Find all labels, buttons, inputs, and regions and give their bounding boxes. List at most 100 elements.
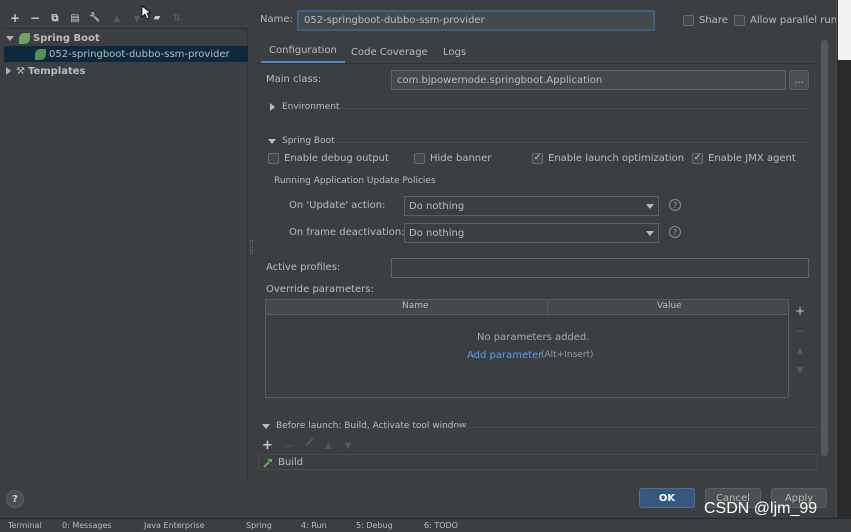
tree-group-spring-boot[interactable]: Spring Boot xyxy=(6,30,100,46)
tree-templates-label: Templates xyxy=(27,65,86,77)
launch-optimization-checkbox[interactable]: ✓ xyxy=(532,153,543,164)
chevron-down-icon xyxy=(646,204,654,209)
remove-task-icon[interactable]: − xyxy=(284,439,294,453)
tab-configuration[interactable]: Configuration xyxy=(261,40,345,64)
tab-logs[interactable]: Logs xyxy=(435,40,474,64)
ok-button[interactable]: OK xyxy=(639,488,695,508)
hide-banner-checkbox[interactable] xyxy=(414,153,425,164)
status-messages[interactable]: 0: Messages xyxy=(62,521,112,530)
override-params-label: Override parameters: xyxy=(266,284,374,295)
update-action-value: Do nothing xyxy=(409,200,465,212)
add-param-button[interactable]: + xyxy=(790,301,810,321)
environment-section[interactable]: Environment xyxy=(270,102,339,112)
status-todo[interactable]: 6: TODO xyxy=(424,521,458,530)
edit-task-icon[interactable] xyxy=(305,438,314,446)
add-icon[interactable]: + xyxy=(8,11,22,25)
main-class-field[interactable]: com.bjpowernode.springboot.Application xyxy=(391,70,786,90)
status-spring[interactable]: Spring xyxy=(246,521,272,530)
share-checkbox[interactable] xyxy=(683,15,694,26)
debug-output-checkbox[interactable] xyxy=(268,153,279,164)
move-task-down-icon[interactable]: ▼ xyxy=(345,441,351,450)
jmx-agent-checkbox[interactable]: ✓ xyxy=(692,153,703,164)
move-task-up-icon[interactable]: ▲ xyxy=(325,441,331,450)
tabs-divider xyxy=(257,63,817,64)
before-launch-section[interactable]: Before launch: Build, Activate tool wind… xyxy=(262,421,466,431)
save-icon[interactable]: ▤ xyxy=(68,11,82,25)
before-launch-label: Before launch: Build, Activate tool wind… xyxy=(276,421,467,431)
column-name-header[interactable]: Name xyxy=(402,301,429,311)
tab-label: Logs xyxy=(443,46,467,58)
override-params-table: Name Value No parameters added. Add para… xyxy=(265,299,789,398)
main-class-label: Main class: xyxy=(266,74,322,85)
folder-icon[interactable]: ▰ xyxy=(150,11,164,25)
hide-banner-label: Hide banner xyxy=(430,153,492,164)
column-value-header[interactable]: Value xyxy=(657,301,682,311)
cursor-icon xyxy=(141,5,151,20)
name-value: 052-springboot-dubbo-ssm-provider xyxy=(304,15,485,26)
watermark-text: CSDN @ljm_99 xyxy=(704,500,818,517)
browse-main-class-button[interactable]: ... xyxy=(789,70,809,90)
share-label: Share xyxy=(699,15,728,26)
scrollbar-track[interactable] xyxy=(820,40,829,456)
move-param-down-button[interactable]: ▼ xyxy=(790,361,810,381)
help-label: ? xyxy=(12,493,18,505)
tree-item-provider[interactable]: 052-springboot-dubbo-ssm-provider xyxy=(4,46,248,62)
move-up-icon[interactable]: ▲ xyxy=(110,11,124,25)
add-parameter-link[interactable]: Add parameter xyxy=(467,350,542,361)
status-run[interactable]: 4: Run xyxy=(301,521,327,530)
main-class-value: com.bjpowernode.springboot.Application xyxy=(397,74,603,86)
update-action-select[interactable]: Do nothing xyxy=(404,196,659,216)
frame-deactivation-label: On frame deactivation: xyxy=(289,227,405,238)
copy-icon[interactable]: ⧉ xyxy=(48,11,62,25)
parallel-run-label: Allow parallel run xyxy=(750,15,838,26)
expand-icon xyxy=(6,35,14,41)
ok-label: OK xyxy=(658,492,676,504)
active-profiles-label: Active profiles: xyxy=(266,262,341,273)
help-button[interactable]: ? xyxy=(6,490,24,508)
parallel-run-checkbox[interactable] xyxy=(734,15,745,26)
scrollbar-thumb[interactable] xyxy=(821,40,828,456)
update-action-label: On 'Update' action: xyxy=(289,200,386,211)
add-task-icon[interactable]: + xyxy=(262,438,273,453)
help-icon[interactable]: ? xyxy=(669,199,681,211)
spring-boot-icon xyxy=(19,32,30,44)
build-task-label: Build xyxy=(278,456,304,468)
sort-icon[interactable]: ⇅ xyxy=(170,11,184,25)
environment-label: Environment xyxy=(282,102,340,112)
status-debug[interactable]: 5: Debug xyxy=(356,521,393,530)
expand-icon xyxy=(268,138,276,144)
tree-group-label: Spring Boot xyxy=(33,32,100,44)
status-terminal[interactable]: Terminal xyxy=(8,521,42,530)
table-header: Name Value xyxy=(266,300,788,315)
run-config-tree: Spring Boot 052-springboot-dubbo-ssm-pro… xyxy=(2,28,248,478)
section-divider xyxy=(340,108,808,109)
remove-param-button[interactable]: − xyxy=(790,321,810,341)
spring-boot-section[interactable]: Spring Boot xyxy=(268,136,335,146)
collapse-icon xyxy=(6,67,11,75)
move-param-up-button[interactable]: ▲ xyxy=(790,341,810,361)
tree-item-label: 052-springboot-dubbo-ssm-provider xyxy=(49,48,230,60)
section-divider xyxy=(336,142,808,143)
hammer-icon xyxy=(263,458,272,468)
tab-code-coverage[interactable]: Code Coverage xyxy=(343,40,436,64)
frame-deactivation-value: Do nothing xyxy=(409,227,465,239)
splitter-handle[interactable] xyxy=(250,240,253,254)
editor-light-region xyxy=(838,0,851,60)
collapse-icon xyxy=(270,103,275,111)
column-divider xyxy=(547,300,548,315)
spring-boot-icon xyxy=(35,48,46,60)
help-icon[interactable]: ? xyxy=(669,226,681,238)
frame-deactivation-select[interactable]: Do nothing xyxy=(404,223,659,243)
name-field[interactable]: 052-springboot-dubbo-ssm-provider xyxy=(297,10,655,31)
chevron-down-icon xyxy=(646,231,654,236)
wrench-icon[interactable]: 🔧 xyxy=(88,11,102,25)
task-row-build[interactable]: Build xyxy=(258,454,818,470)
tree-group-templates[interactable]: ⚒ Templates xyxy=(6,63,86,79)
add-parameter-shortcut: (Alt+Insert) xyxy=(541,350,594,360)
remove-icon[interactable]: − xyxy=(28,11,42,25)
tab-label: Code Coverage xyxy=(351,46,428,58)
active-profiles-field[interactable] xyxy=(391,258,809,278)
status-java-enterprise[interactable]: Java Enterprise xyxy=(144,521,205,530)
spring-boot-section-label: Spring Boot xyxy=(282,136,335,146)
empty-table-text: No parameters added. xyxy=(477,332,590,343)
